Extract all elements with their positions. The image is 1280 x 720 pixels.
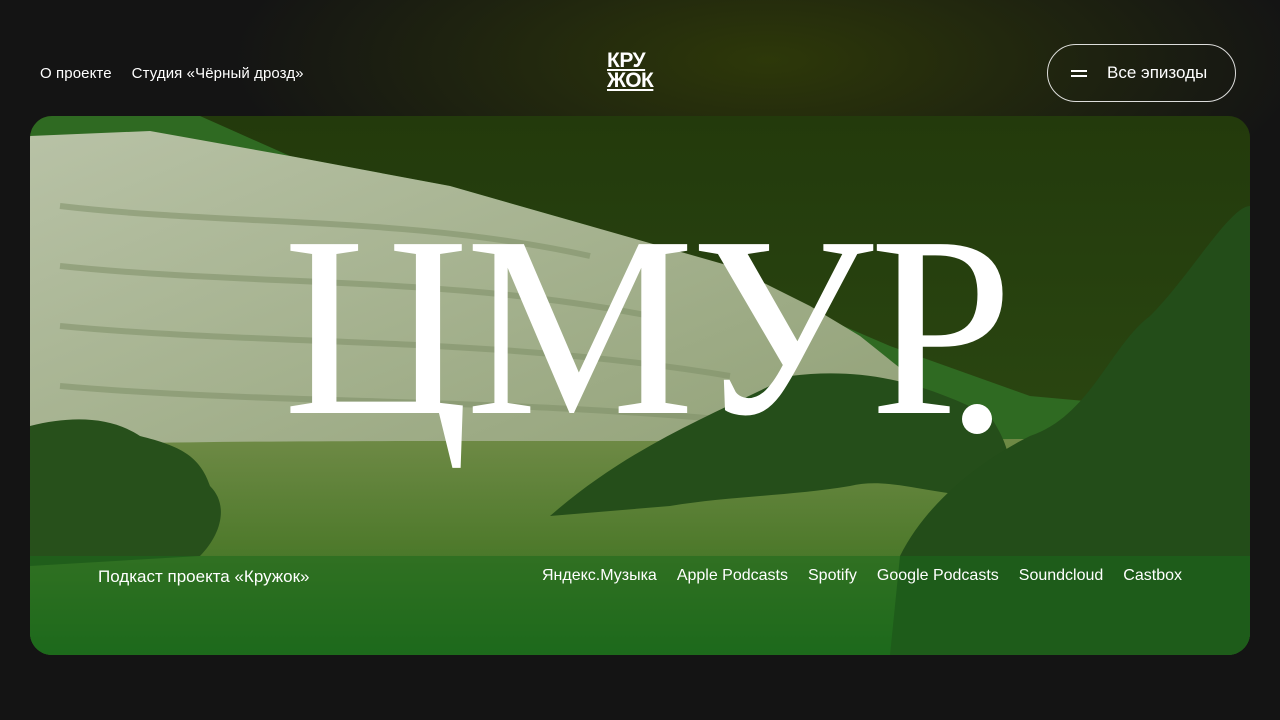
platform-link-castbox[interactable]: Castbox [1123,567,1182,585]
podcast-title: ЦМУР [283,183,1013,469]
podcast-tagline: Подкаст проекта «Кружок» [98,567,310,586]
nav-link-studio[interactable]: Студия «Чёрный дрозд» [132,64,304,84]
all-episodes-button[interactable]: Все эпизоды [1047,44,1236,102]
title-dot [962,404,992,434]
page: О проекте Студия «Чёрный дрозд» КРУ ЖОК … [0,0,1280,720]
menu-icon [1071,69,1087,77]
logo-line-1: КРУ [607,49,646,72]
platform-link-yandex-music[interactable]: Яндекс.Музыка [542,567,657,585]
main-nav: О проекте Студия «Чёрный дрозд» [40,64,304,84]
platform-link-spotify[interactable]: Spotify [808,567,857,585]
platform-link-soundcloud[interactable]: Soundcloud [1019,567,1104,585]
logo-line-2: ЖОК [607,69,654,92]
site-logo[interactable]: КРУ ЖОК [607,49,671,92]
platform-link-apple-podcasts[interactable]: Apple Podcasts [677,567,788,585]
nav-link-about[interactable]: О проекте [40,64,112,84]
platform-link-google-podcasts[interactable]: Google Podcasts [877,567,999,585]
platform-links: Яндекс.Музыка Apple Podcasts Spotify Goo… [542,567,1182,585]
all-episodes-label: Все эпизоды [1107,63,1208,82]
